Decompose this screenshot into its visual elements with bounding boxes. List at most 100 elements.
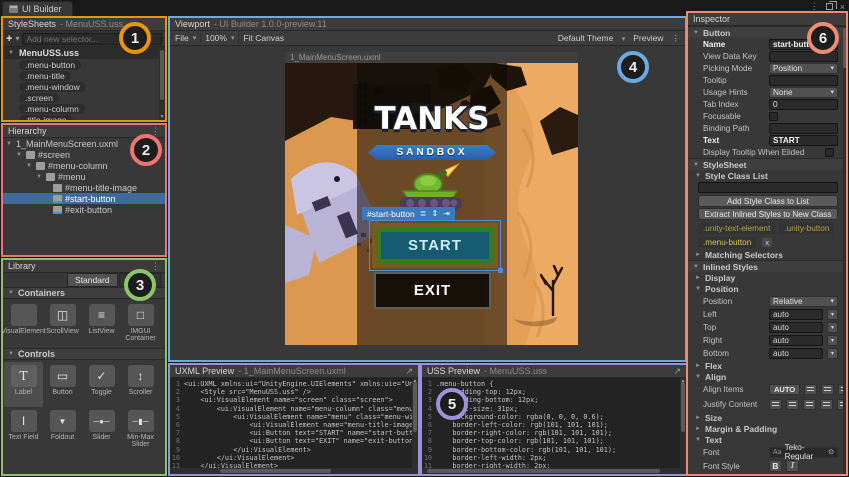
tooltip-input[interactable] (769, 74, 838, 86)
selector-row[interactable]: .menu-button (3, 59, 165, 70)
extract-inlined-styles-button[interactable]: Extract Inlined Styles to New Class (698, 208, 838, 220)
italic-button[interactable]: I (786, 460, 799, 472)
file-menu[interactable]: File (175, 33, 189, 43)
exit-button[interactable]: EXIT (374, 272, 491, 309)
tab-ui-builder[interactable]: UI Builder (2, 1, 73, 16)
style-class-input[interactable] (698, 182, 838, 193)
justify-center-icon[interactable] (786, 399, 799, 410)
hierarchy-item-exit-button[interactable]: #exit-button (3, 204, 165, 215)
library-item-scroller[interactable]: ↕ Scroller (121, 362, 160, 407)
scrollbar-thumb[interactable] (160, 50, 164, 101)
remove-class-icon[interactable]: x (762, 237, 772, 247)
scrollbar-thumb[interactable] (681, 382, 685, 432)
library-item-scrollview[interactable]: ◫ ScrollView (43, 301, 82, 346)
uss-horizontal-scrollbar[interactable] (422, 468, 686, 474)
scroll-down-icon[interactable]: ▼ (159, 114, 165, 120)
controls-section-header[interactable]: ▼ Controls (3, 348, 165, 360)
object-picker-icon[interactable]: ⊙ (828, 448, 834, 456)
hierarchy-item-menu[interactable]: ▼ #menu (3, 171, 165, 182)
caret-icon[interactable]: ▼ (35, 174, 43, 180)
add-style-class-button[interactable]: Add Style Class to List (698, 195, 838, 207)
caret-icon[interactable]: ▼ (5, 141, 13, 147)
font-object-field[interactable]: Aa Teko-Regular ⊙ (769, 443, 838, 461)
caret-icon[interactable]: ▼ (15, 152, 23, 158)
scrollbar-thumb[interactable] (413, 382, 417, 432)
tag-align-icon[interactable]: ≣ (420, 209, 427, 218)
size-section-header[interactable]: ► Size (688, 412, 843, 423)
selector-row[interactable]: .screen (3, 92, 165, 103)
class-pill-menu-button[interactable]: .menu-button (698, 236, 757, 248)
position-dropdown[interactable]: Relative ▾ (769, 295, 838, 307)
library-item-toggle[interactable]: ✓ Toggle (82, 362, 121, 407)
display-section-header[interactable]: ► Display (688, 272, 843, 283)
library-item-slider[interactable]: ─●─ Slider (82, 407, 121, 452)
align-items-auto-button[interactable]: AUTO (769, 384, 801, 395)
top-unit-dropdown[interactable]: ▾ (827, 322, 838, 333)
matching-selectors-header[interactable]: ► Matching Selectors (688, 249, 843, 260)
selector-row[interactable]: .menu-title (3, 70, 165, 81)
library-item-foldout[interactable]: ▼ Foldout (43, 407, 82, 452)
preview-toggle-button[interactable]: Preview (633, 33, 663, 43)
selection-resize-handle[interactable] (498, 268, 503, 273)
scrollbar-thumb[interactable] (843, 28, 846, 68)
usage-hints-dropdown[interactable]: None ▾ (769, 86, 838, 98)
caret-icon[interactable]: ▼ (25, 163, 33, 169)
align-items-center-icon[interactable] (821, 384, 835, 395)
picking-mode-dropdown[interactable]: Position ▾ (769, 62, 838, 74)
fit-canvas-button[interactable]: Fit Canvas (243, 33, 284, 43)
position-section-header[interactable]: ▼ Position (688, 283, 843, 294)
selector-row[interactable]: .menu-window (3, 81, 165, 92)
inspector-scrollbar[interactable] (843, 26, 846, 474)
bottom-unit-dropdown[interactable]: ▾ (827, 348, 838, 359)
focusable-checkbox[interactable] (769, 111, 778, 121)
display-tooltip-checkbox[interactable] (825, 147, 834, 157)
zoom-level[interactable]: 100% (205, 33, 227, 43)
justify-space-between-icon[interactable] (820, 399, 833, 410)
binding-path-input[interactable] (769, 122, 838, 134)
uxml-code[interactable]: 1 <ui:UXML xmlns:ui="UnityEngine.UIElemen… (170, 378, 418, 474)
selector-row[interactable]: .title-image (3, 114, 165, 120)
scrollbar-thumb[interactable] (427, 469, 660, 473)
canvas-document-label[interactable]: 1_MainMenuScreen.uxml (285, 52, 578, 63)
library-item-text-field[interactable]: I Text Field (4, 407, 43, 452)
library-item-imgui-container[interactable]: □ IMGUI Container (121, 301, 160, 346)
library-item-visualelement[interactable]: VisualElement (3, 301, 46, 346)
library-item-label-control[interactable]: T Label (4, 362, 43, 407)
selection-outline[interactable] (369, 220, 503, 273)
class-pill-unity-text-element[interactable]: .unity-text-element (698, 222, 776, 234)
right-input[interactable] (769, 335, 823, 346)
align-items-flex-start-icon[interactable] (804, 384, 818, 395)
uss-expand-icon[interactable]: ↗ (673, 366, 681, 377)
theme-dropdown[interactable]: Default Theme ▾ (558, 33, 626, 43)
tag-stretch-icon[interactable]: ⇥ (443, 209, 450, 218)
tab-index-input[interactable] (769, 98, 838, 110)
add-selector-button[interactable]: + (6, 33, 12, 44)
top-input[interactable] (769, 322, 823, 333)
hierarchy-item-menu-title-image[interactable]: #menu-title-image (3, 182, 165, 193)
window-restore-icon[interactable] (825, 1, 837, 10)
right-unit-dropdown[interactable]: ▾ (827, 335, 838, 346)
uxml-vertical-scrollbar[interactable]: ▲ (412, 378, 418, 468)
justify-flex-end-icon[interactable] (803, 399, 816, 410)
selected-element-tag[interactable]: #start-button ≣ ⇕ ⇥ (362, 207, 455, 220)
left-unit-dropdown[interactable]: ▾ (827, 309, 838, 320)
uxml-horizontal-scrollbar[interactable] (170, 468, 418, 474)
file-menu-arrow-icon[interactable]: ▾ (193, 34, 197, 42)
tag-fit-icon[interactable]: ⇕ (431, 209, 438, 218)
library-menu-icon[interactable]: ⋮ (151, 261, 160, 272)
margin-padding-section-header[interactable]: ► Margin & Padding (688, 423, 843, 434)
stylesheets-scrollbar[interactable]: ▼ (159, 48, 165, 120)
justify-flex-start-icon[interactable] (769, 399, 782, 410)
add-selector-dropdown-icon[interactable]: ▾ (15, 34, 19, 43)
window-close-icon[interactable]: × (840, 2, 845, 12)
left-input[interactable] (769, 309, 823, 320)
uxml-expand-icon[interactable]: ↗ (405, 366, 413, 377)
library-item-min-max-slider[interactable]: ─▮─ Min-Max Slider (121, 407, 160, 452)
caret-icon[interactable]: ▼ (7, 50, 15, 56)
selector-row[interactable]: .menu-column (3, 103, 165, 114)
library-item-button[interactable]: ▭ Button (43, 362, 82, 407)
stylesheet-section-header[interactable]: ▼ StyleSheet (688, 158, 843, 170)
tab-standard[interactable]: Standard (67, 273, 118, 287)
hierarchy-item-start-button[interactable]: #start-button (3, 193, 165, 204)
viewport-menu-icon[interactable]: ⋮ (672, 33, 681, 44)
